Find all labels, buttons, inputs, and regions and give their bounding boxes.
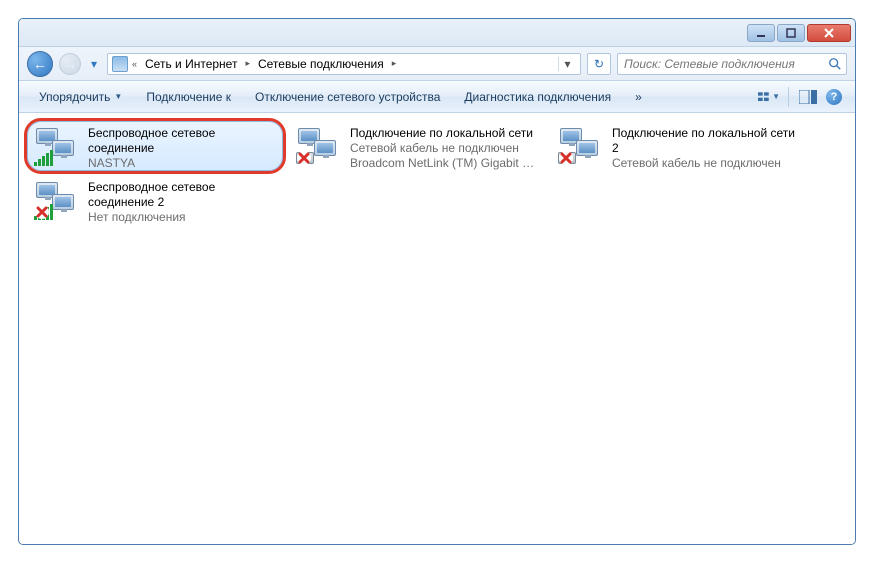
explorer-window: ← → ▾ « Сеть и Интернет ▸ Сетевые подклю… <box>18 18 856 545</box>
arrow-left-icon: ← <box>33 56 47 72</box>
monitor-icon <box>52 140 74 156</box>
breadcrumb-dropdown[interactable]: ▾ <box>558 57 576 71</box>
connection-status: Нет подключения <box>88 210 276 225</box>
chevron-down-icon: ▼ <box>114 92 122 101</box>
close-icon <box>824 28 834 38</box>
close-button[interactable] <box>807 24 851 42</box>
nav-history-dropdown[interactable]: ▾ <box>87 51 101 77</box>
minimize-icon <box>756 28 766 38</box>
arrow-right-icon: → <box>63 56 77 72</box>
location-icon <box>112 56 128 72</box>
connection-icon <box>558 126 602 166</box>
titlebar <box>19 19 855 47</box>
monitor-icon <box>52 194 74 210</box>
connection-icon <box>34 180 78 220</box>
connection-title: Беспроводное сетевое соединение <box>88 126 276 156</box>
connection-item[interactable]: Подключение по локальной сети 2Сетевой к… <box>551 121 807 171</box>
connection-title: Беспроводное сетевое соединение 2 <box>88 180 276 210</box>
connection-icon <box>296 126 340 166</box>
disconnected-icon <box>34 204 50 220</box>
search-input[interactable] <box>622 56 824 72</box>
cmd-connect-to-label: Подключение к <box>146 90 231 104</box>
connection-status: Сетевой кабель не подключен <box>350 141 538 156</box>
minimize-button[interactable] <box>747 24 775 42</box>
command-bar: Упорядочить ▼ Подключение к Отключение с… <box>19 81 855 113</box>
connection-item[interactable]: Беспроводное сетевое соединениеNASTYA <box>27 121 283 171</box>
connection-icon <box>34 126 78 166</box>
help-icon: ? <box>826 89 842 105</box>
connection-title: Подключение по локальной сети 2 <box>612 126 800 156</box>
maximize-button[interactable] <box>777 24 805 42</box>
content-area[interactable]: Беспроводное сетевое соединениеNASTYAПод… <box>19 113 855 544</box>
preview-pane-icon <box>799 90 817 104</box>
view-icons-icon <box>758 90 770 104</box>
breadcrumb[interactable]: « Сеть и Интернет ▸ Сетевые подключения … <box>107 53 581 75</box>
connection-item[interactable]: Подключение по локальной сетиСетевой каб… <box>289 121 545 171</box>
cmd-diagnose[interactable]: Диагностика подключения <box>454 86 621 108</box>
refresh-icon: ↻ <box>594 57 604 71</box>
cmd-diagnose-label: Диагностика подключения <box>464 90 611 104</box>
cmd-disable-device[interactable]: Отключение сетевого устройства <box>245 86 450 108</box>
nav-back-button[interactable]: ← <box>27 51 53 77</box>
address-row: ← → ▾ « Сеть и Интернет ▸ Сетевые подклю… <box>19 47 855 81</box>
view-mode-button[interactable]: ▼ <box>758 86 780 108</box>
chevrons-icon[interactable]: « <box>130 59 139 69</box>
cmd-connect-to[interactable]: Подключение к <box>136 86 241 108</box>
breadcrumb-seg-connections[interactable]: Сетевые подключения <box>254 54 388 74</box>
connection-device: NASTYA <box>88 156 276 171</box>
help-button[interactable]: ? <box>823 86 845 108</box>
connection-device: Broadcom NetLink (TM) Gigabit E... <box>350 156 538 171</box>
disconnected-icon <box>558 150 574 166</box>
chevrons-right-icon: » <box>635 90 642 104</box>
cmd-disable-device-label: Отключение сетевого устройства <box>255 90 440 104</box>
maximize-icon <box>786 28 796 38</box>
cmd-organize-label: Упорядочить <box>39 90 110 104</box>
disconnected-icon <box>296 150 312 166</box>
connection-status: Сетевой кабель не подключен <box>612 156 800 171</box>
search-icon <box>828 57 842 71</box>
connection-title: Подключение по локальной сети <box>350 126 538 141</box>
search-box[interactable] <box>617 53 847 75</box>
wifi-signal-icon <box>34 150 53 166</box>
monitor-icon <box>314 140 336 156</box>
chevron-right-icon: ▸ <box>243 58 252 69</box>
cmd-organize[interactable]: Упорядочить ▼ <box>29 86 132 108</box>
nav-forward-button[interactable]: → <box>59 53 81 75</box>
preview-pane-button[interactable] <box>797 86 819 108</box>
chevron-right-icon: ▸ <box>390 58 399 69</box>
cmd-overflow[interactable]: » <box>625 86 652 108</box>
breadcrumb-seg-network[interactable]: Сеть и Интернет <box>141 54 241 74</box>
refresh-button[interactable]: ↻ <box>587 53 611 75</box>
connection-item[interactable]: Беспроводное сетевое соединение 2Нет под… <box>27 175 283 225</box>
monitor-icon <box>576 140 598 156</box>
